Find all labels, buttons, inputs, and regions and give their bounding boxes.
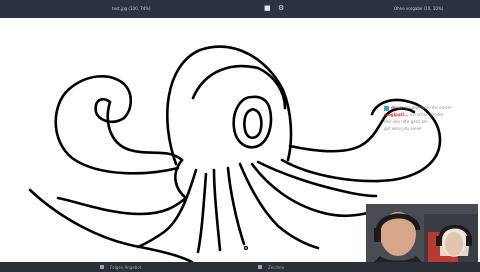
tab-left[interactable]: test.jpg (100, 74%): [112, 6, 151, 11]
octopus-arm-lower-left-mid: [174, 158, 188, 200]
octopus-eye-inner: [243, 107, 263, 140]
octopus-arm-center-left: [196, 172, 208, 254]
octopus-eye-outer: [232, 95, 273, 149]
chat-message-continued: gut wenn du einen: [384, 126, 422, 131]
octopus-head-outline: [166, 45, 293, 166]
chat-message: do ich so allgemein die einem: [384, 104, 480, 111]
canvas-cursor-dot: [243, 245, 249, 251]
octopus-arm-lower-left-outer: [28, 188, 194, 264]
tab-right[interactable]: Ohne vorgabe (10, 10%): [394, 6, 443, 11]
toolbar-button-icon[interactable]: ■: [264, 4, 271, 13]
chat-username: mogipati...: [384, 112, 409, 117]
webcam-overlay: [366, 204, 478, 262]
status-label-left: Folgen Angebot: [110, 265, 142, 270]
octopus-arm-right-3: [256, 160, 378, 198]
status-icon: [100, 265, 104, 269]
status-icon: [258, 265, 262, 269]
status-bar: Folgen Angebot Zeichne: [0, 262, 480, 272]
settings-icon[interactable]: ⚙: [278, 4, 284, 13]
chat-message-continued: dein ein rote ganz am: [384, 119, 428, 124]
octopus-arm-center-right: [226, 166, 246, 246]
chat-message-text: ich so allgemein die einem: [397, 105, 452, 110]
chat-badge-icon: [384, 105, 389, 111]
app-toolbar: test.jpg (100, 74%) ■ ⚙ Ohne vorgabe (10…: [0, 0, 480, 18]
octopus-arm-left-curl-outer: [54, 74, 180, 175]
webcam-feed-image: [366, 204, 478, 262]
octopus-arm-center: [212, 168, 222, 252]
chat-message: mogipati... ich schon wieder: [384, 111, 480, 118]
chat-username: do: [391, 105, 397, 110]
stream-chat-overlay: do ich so allgemein die einem mogipati..…: [384, 104, 480, 132]
chat-message-text: ich schon wieder: [409, 112, 444, 117]
octopus-arm-lower-left-inner: [56, 196, 188, 216]
status-label-right: Zeichne: [268, 265, 285, 270]
